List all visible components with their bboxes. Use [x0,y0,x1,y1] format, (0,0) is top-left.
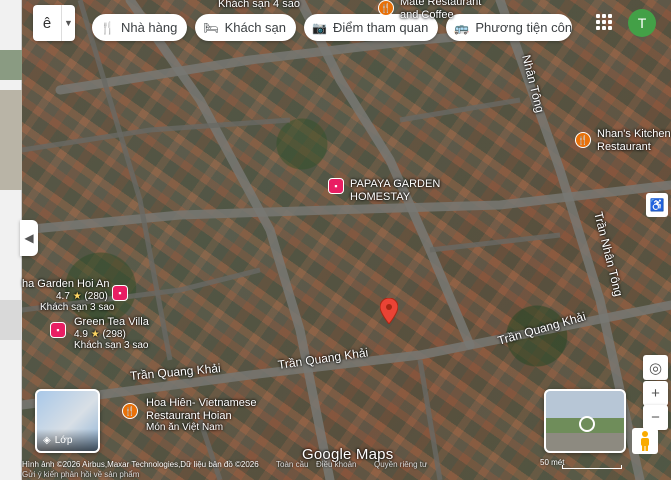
restaurant-pin-icon[interactable]: 🍴 [122,403,138,419]
place-hotel-class: Khách sạn 3 sao [74,340,149,352]
place-green-tea-villa[interactable]: Green Tea Villa 4.9 ★ (298) Khách sạn 3 … [74,316,149,352]
place-ha-garden[interactable]: ha Garden Hoi An 4.7 ★ (280) Khách sạn 3… [22,278,115,314]
imagery-attribution: Hình ảnh ©2026 Airbus,Maxar Technologies… [22,460,259,469]
chip-hotels[interactable]: 🛏 Khách sạn [195,14,297,41]
feedback-link[interactable]: Gửi ý kiến phản hồi về sản phẩm [22,470,139,479]
fork-knife-icon: 🍴 [100,20,115,35]
layers-button[interactable]: ◈ Lớp [35,389,100,453]
footer-link-global[interactable]: Toàn cầu [276,460,308,469]
bed-icon: 🛏 [203,20,219,35]
place-rating: 4.9 [74,328,88,340]
place-cuisine: Món ăn Việt Nam [146,422,224,434]
map-footer: Hình ảnh ©2026 Airbus,Maxar Technologies… [0,458,671,480]
place-name-line2: and Coffee [400,8,454,21]
place-name: Mate Restaurant [400,0,482,8]
satellite-map[interactable]: ◀ ê ▼ 🍴 Nhà hàng 🛏 Khách sạn 📷 Điểm tham… [0,0,671,480]
place-hotel-class: Khách sạn 3 sao [40,302,115,314]
scale-label[interactable]: 50 mét [540,458,564,467]
side-panel-edge [0,0,22,480]
accessibility-icon[interactable]: ♿ [646,193,668,217]
hotel-pin-icon[interactable]: ▪ [328,178,344,194]
category-chips: 🍴 Nhà hàng 🛏 Khách sạn 📷 Điểm tham quan … [92,14,573,41]
chip-label: Nhà hàng [120,20,178,35]
place-name: PAPAYA GARDEN [350,178,441,190]
layers-icon: ◈ [43,434,51,446]
hotel-pin-icon[interactable]: ▪ [50,322,66,338]
star-icon: ★ [72,290,82,302]
my-location-button[interactable]: ◎ [643,355,668,380]
apps-grid-icon[interactable] [596,14,612,30]
place-rating: 4.7 [56,290,70,302]
restaurant-pin-icon[interactable]: 🍴 [575,132,591,148]
chip-label: Phương tiện công c [475,20,573,35]
place-hotel-class: Khách sạn 4 sao [218,0,300,10]
input-tools-button[interactable]: ê ▼ [33,5,75,41]
place-papaya-garden[interactable]: PAPAYA GARDEN HOMESTAY [350,178,440,203]
footer-link-terms[interactable]: Điều khoản [316,460,356,469]
place-name: Nhan's Kitchen [597,128,671,140]
input-language-glyph: ê [42,14,52,32]
zoom-out-button[interactable]: − [643,405,668,430]
place-hoa-hien[interactable]: Hoa Hiên- Vietnamese Restaurant Hoian Mó… [146,397,256,434]
footer-link-privacy[interactable]: Quyền riêng tư [374,460,427,469]
pegman-icon[interactable] [632,428,658,454]
star-icon: ★ [90,328,100,340]
place-name-line2: Restaurant Hoian [146,409,232,422]
place-reviews: (280) [84,290,108,302]
place-reviews: (298) [102,328,126,340]
collapse-panel-button[interactable]: ◀ [20,220,38,256]
chip-restaurants[interactable]: 🍴 Nhà hàng [92,14,188,41]
scale-bar [562,465,622,469]
place-name: Green Tea Villa [74,316,149,328]
account-avatar[interactable]: T [628,9,656,37]
place-name: ha Garden Hoi An [22,278,110,290]
place-name: Hoa Hiên- Vietnamese [146,397,257,409]
place-nhans-kitchen[interactable]: Nhan's Kitchen Restaurant [597,128,671,153]
place-name-line2: Restaurant [597,140,651,153]
chevron-down-icon[interactable]: ▼ [61,5,75,41]
place-mate-restaurant[interactable]: Mate Restaurant and Coffee [400,0,481,21]
restaurant-pin-icon[interactable]: 🍴 [378,0,394,16]
layers-label: Lớp [54,434,73,446]
chip-label: Khách sạn [224,20,287,35]
street-view-thumbnail[interactable] [544,389,626,453]
camera-icon: 📷 [312,20,327,35]
bus-icon: 🚌 [454,20,470,35]
chip-label: Điểm tham quan [332,20,429,35]
rotate-arrow-icon [579,416,595,432]
place-name-line2: HOMESTAY [350,190,411,203]
selected-location-pin-icon[interactable] [380,298,398,324]
zoom-in-button[interactable]: + [643,381,668,406]
hotel-pin-icon[interactable]: ▪ [112,285,128,301]
